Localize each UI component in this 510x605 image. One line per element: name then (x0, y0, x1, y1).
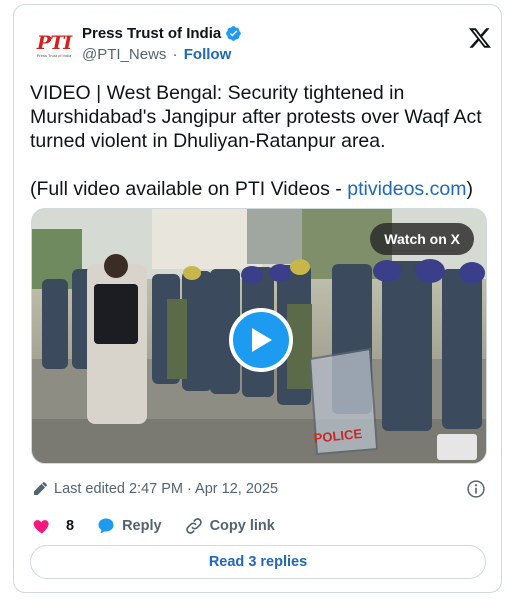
link-icon (185, 518, 202, 534)
tweet-text: VIDEO | West Bengal: Security tightened … (30, 81, 490, 201)
reply-bubble-icon (98, 518, 114, 534)
avatar-subtitle: Press Trust of India (36, 52, 72, 58)
tweet-actions: 8 Reply Copy link (32, 515, 297, 537)
like-count: 8 (66, 518, 75, 534)
like-button[interactable]: 8 (32, 516, 74, 536)
tweet-meta: Last edited 2:47 PM · Apr 12, 2025 (32, 479, 488, 499)
tweet-card: PTI Press Trust of India Press Trust of … (13, 4, 502, 593)
info-icon[interactable] (466, 479, 486, 499)
handle[interactable]: @PTI_News (82, 46, 166, 63)
tweet-footer-line: (Full video available on PTI Videos - pt… (30, 177, 490, 201)
play-icon (252, 328, 272, 352)
avatar[interactable]: PTI Press Trust of India (34, 25, 74, 65)
display-name[interactable]: Press Trust of India (82, 24, 221, 43)
heart-icon (33, 520, 49, 534)
verified-badge-icon (226, 26, 241, 41)
separator: · (172, 46, 178, 63)
copy-link-label: Copy link (209, 518, 275, 534)
author-info: Press Trust of India @PTI_News · Follow (82, 24, 242, 65)
pencil-icon (34, 482, 47, 495)
watch-on-x-button[interactable]: Watch on X (370, 223, 474, 255)
read-replies-button[interactable]: Read 3 replies (30, 545, 486, 579)
reply-button[interactable]: Reply (96, 516, 162, 536)
tweet-footer-suffix: ) (466, 178, 473, 200)
last-edited-timestamp[interactable]: Last edited 2:47 PM · Apr 12, 2025 (54, 481, 278, 497)
reply-label: Reply (122, 518, 162, 534)
handle-row: @PTI_News · Follow (82, 45, 242, 65)
copy-link-button[interactable]: Copy link (184, 516, 275, 536)
author-name-row: Press Trust of India (82, 24, 242, 43)
tweet-header: PTI Press Trust of India Press Trust of … (34, 19, 491, 69)
ptivideos-link[interactable]: ptivideos.com (347, 178, 466, 200)
tweet-footer-prefix: (Full video available on PTI Videos - (30, 178, 348, 200)
x-logo-icon[interactable] (468, 26, 492, 50)
avatar-logo: PTI (36, 31, 72, 54)
video-thumbnail[interactable]: POLICE Watch on X (31, 208, 487, 464)
tweet-body: VIDEO | West Bengal: Security tightened … (30, 82, 482, 152)
play-button[interactable] (229, 308, 293, 372)
follow-button[interactable]: Follow (184, 46, 232, 63)
